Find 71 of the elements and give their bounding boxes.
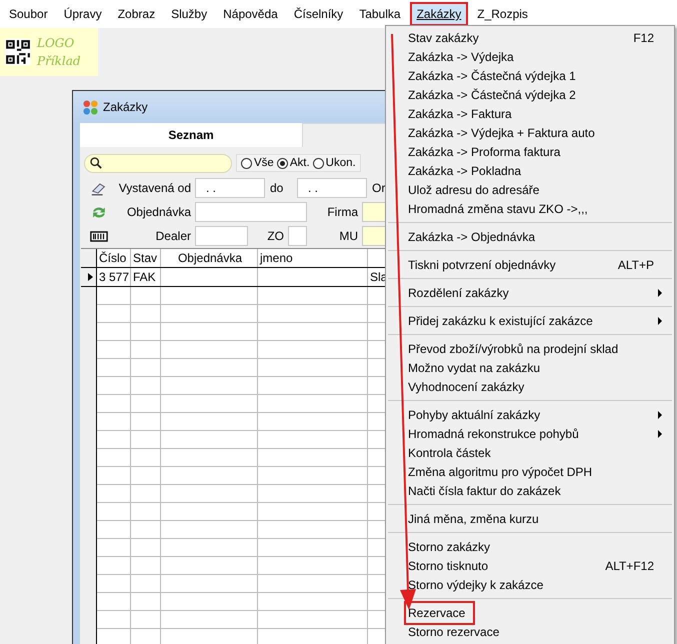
menu-item[interactable]: Zakázka -> Faktura [386,104,674,123]
eraser-icon [90,180,108,196]
menu-item[interactable]: Zakázka -> Pokladna [386,161,674,180]
menu-item[interactable]: Storno zakázky [386,537,674,556]
window-title: Zakázky [103,100,148,114]
menu-item[interactable]: Zakázka -> Částečná výdejka 2 [386,85,674,104]
field-label: Dealer [154,229,192,243]
menu-item[interactable]: Hromadná změna stavu ZKO ->,,, [386,199,674,218]
menu-item[interactable]: Změna algoritmu pro výpočet DPH [386,462,674,481]
table-cell: FAK [131,268,161,286]
field-label: Or [371,181,386,195]
search-field[interactable] [84,154,232,172]
menu-bar-item[interactable]: Zakázky [410,2,468,26]
menu-item[interactable]: Zakázka -> Objednávka [386,227,674,246]
menu-bar-item[interactable]: Z_Rozpis [470,2,535,26]
qr-code-icon [5,39,31,65]
dealer-field[interactable] [195,226,248,246]
menu-item[interactable]: Storno rezervace [386,622,674,641]
menu-item[interactable]: Zakázka -> Částečná výdejka 1 [386,66,674,85]
menu-item[interactable]: Zakázka -> Proforma faktura [386,142,674,161]
menu-item[interactable]: Vyhodnocení zakázky [386,377,674,396]
order-field[interactable] [195,202,307,222]
barcode-icon [90,228,108,244]
field-label: Firma [326,205,359,219]
menu-item[interactable]: Kontrola částek [386,443,674,462]
menu-item[interactable]: Rezervace [386,603,674,622]
field-label: do [269,181,284,195]
menu-item[interactable]: Možno vydat na zakázku [386,358,674,377]
field-label: ZO [266,229,285,243]
column-header[interactable]: Číslo [97,249,131,267]
row-header[interactable] [81,268,97,286]
field-label: Vystavená od [118,181,192,195]
menu-bar-item[interactable]: Nápověda [216,2,285,26]
menu-item[interactable]: Načti čísla faktur do zakázek [386,481,674,500]
menu-item[interactable]: Tiskni potvrzení objednávky ALT+P [386,255,674,274]
menu-bar-item[interactable]: Číselníky [286,2,350,26]
menu-item[interactable]: Jiná měna, změna kurzu [386,509,674,528]
column-header[interactable]: Stav [131,249,161,267]
menu-bar-item[interactable]: Tabulka [352,2,408,26]
menu-item[interactable]: Stav zakázky F12 [386,28,674,47]
menu-bar-item[interactable]: Soubor [2,2,55,26]
menu-item[interactable]: Storno tisknuto ALT+F12 [386,556,674,575]
radio-option[interactable]: Akt. [276,157,310,169]
menu-item[interactable]: Zakázka -> Výdejka [386,47,674,66]
menu-item[interactable]: Hromadná rekonstrukce pohybů [386,424,674,443]
column-header[interactable]: Objednávka [161,249,258,267]
menu-item[interactable]: Storno výdejky k zakázce [386,575,674,594]
column-header[interactable]: jmeno [258,249,368,267]
menu-item[interactable]: Pohyby aktuální zakázky [386,405,674,424]
radio-option[interactable]: Vše [241,157,274,169]
logo-text: Příklad [37,53,81,70]
refresh-icon [90,204,108,220]
menu-bar-item[interactable]: Služby [164,2,214,26]
menu-item[interactable]: Zakázka -> Výdejka + Faktura auto [386,123,674,142]
search-icon [90,157,102,169]
menu-item[interactable]: Převod zboží/výrobků na prodejní sklad [386,339,674,358]
menu-bar-item[interactable]: Úpravy [56,2,109,26]
tab[interactable]: Seznam [80,123,302,147]
menu-item[interactable]: Rozdělení zakázky [386,283,674,302]
logo-text: LOGO [37,35,76,52]
date-field[interactable]: . . [297,178,367,198]
zo-field[interactable] [288,226,307,246]
field-label: MU [338,229,359,243]
date-field[interactable]: . . [195,178,265,198]
field-label: Objednávka [126,205,192,219]
radio-option[interactable]: Ukon. [312,157,356,169]
menu-item[interactable]: Přidej zakázku k existující zakázce [386,311,674,330]
menu-bar-item[interactable]: Zobraz [110,2,162,26]
gears-icon [83,100,98,114]
menu-item[interactable]: Ulož adresu do adresáře [386,180,674,199]
table-cell: 3 577 [97,268,131,286]
